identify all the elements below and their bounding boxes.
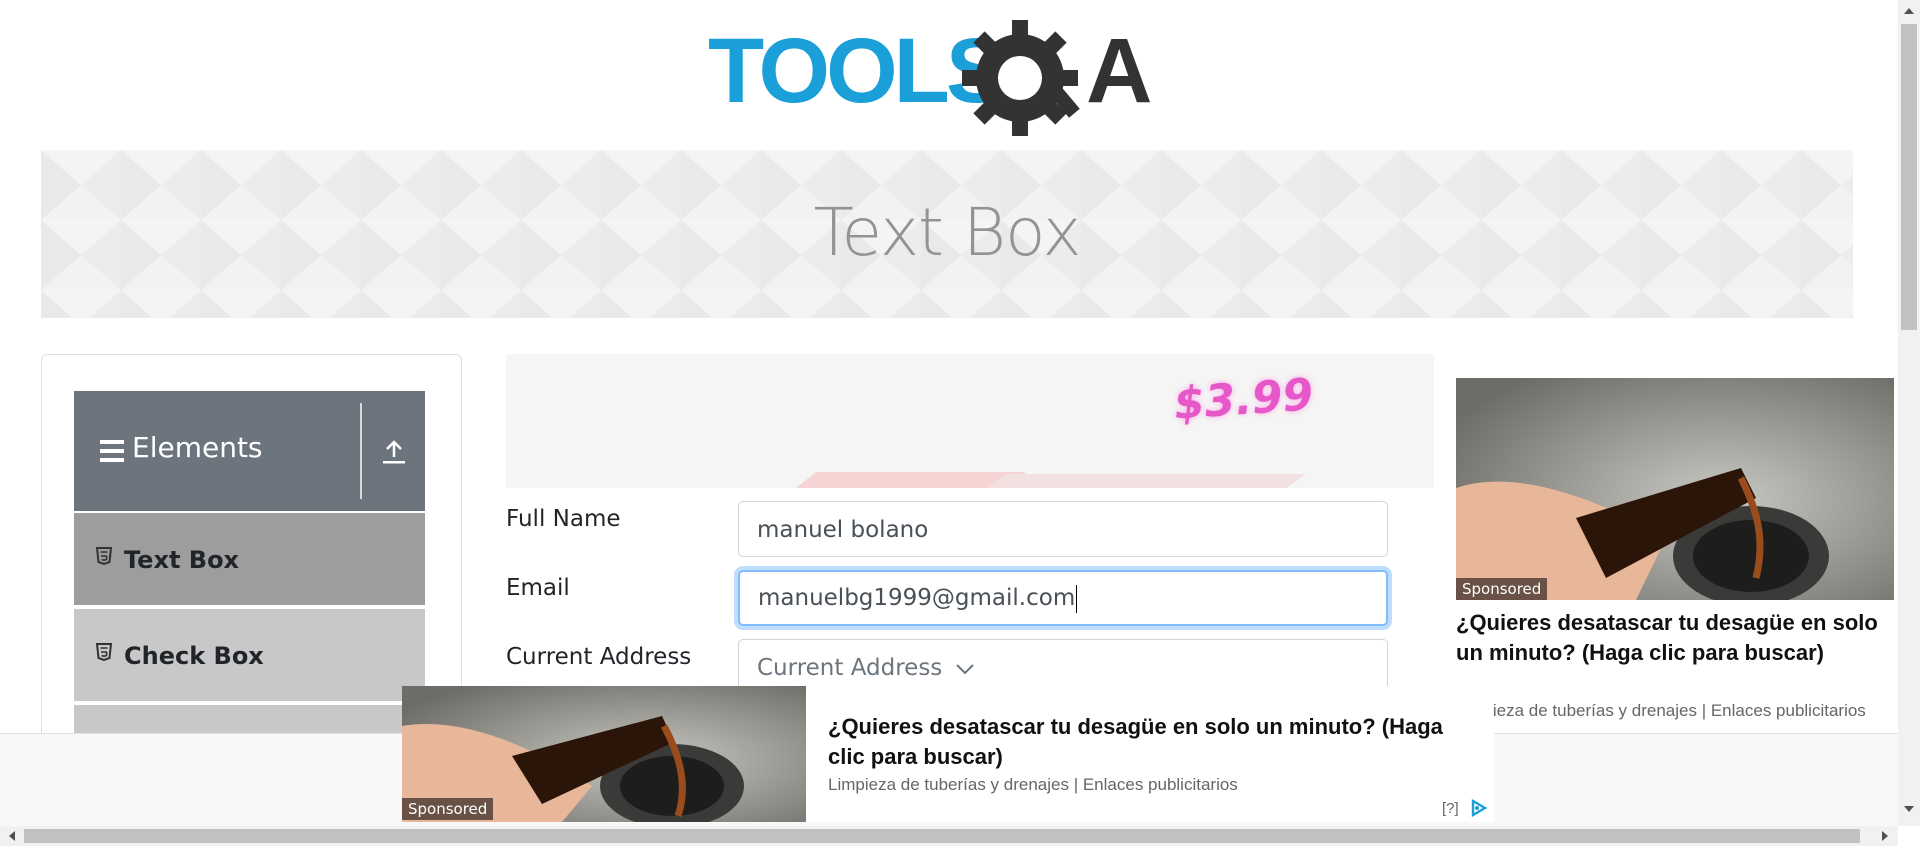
sidebar-item-text-box[interactable]: Text Box — [74, 513, 425, 605]
scroll-left-arrow-icon[interactable] — [7, 830, 17, 842]
scroll-right-arrow-icon[interactable] — [1880, 830, 1890, 842]
sidebar-group-label: Elements — [132, 431, 263, 464]
header-divider — [360, 403, 362, 499]
sidebar-item-check-box[interactable]: Check Box — [74, 609, 425, 701]
chevron-down-icon — [955, 663, 974, 674]
full-name-input[interactable]: manuel bolano — [738, 501, 1388, 557]
ad-source[interactable]: Limpieza de tuberías y drenajes | Enlace… — [1456, 701, 1896, 721]
upload-icon[interactable] — [382, 439, 406, 465]
gear-icon — [962, 20, 1080, 136]
top-advertisement[interactable]: $3.99 — [506, 354, 1434, 488]
current-address-placeholder: Current Address — [757, 655, 943, 681]
right-advertisement[interactable]: Sponsored ¿Quieres desatascar tu desagüe… — [1434, 354, 1896, 740]
vertical-scroll-thumb[interactable] — [1901, 24, 1917, 330]
page-banner: Text Box — [41, 150, 1853, 318]
sidebar-group-elements[interactable]: Elements — [74, 391, 425, 511]
email-value: manuelbg1999@gmail.com — [758, 585, 1076, 611]
email-input[interactable]: manuelbg1999@gmail.com — [738, 570, 1388, 626]
scroll-down-arrow-icon[interactable] — [1903, 804, 1915, 814]
logo-text-a: A — [1086, 20, 1152, 122]
scroll-up-arrow-icon[interactable] — [1903, 6, 1915, 16]
ad-headline[interactable]: ¿Quieres desatascar tu desagüe en solo u… — [828, 712, 1448, 772]
sponsored-badge: Sponsored — [402, 798, 494, 820]
horizontal-scroll-thumb[interactable] — [24, 829, 1860, 843]
ad-info-link[interactable]: [?] — [1442, 800, 1459, 817]
ad-image[interactable]: Sponsored — [1456, 378, 1894, 600]
logo-text-tools: TOOLS — [708, 20, 1004, 122]
ad-image[interactable]: Sponsored — [402, 686, 806, 822]
current-address-label: Current Address — [506, 644, 692, 670]
ad-source[interactable]: Limpieza de tuberías y drenajes | Enlace… — [828, 775, 1238, 795]
bottom-advertisement[interactable]: Sponsored ¿Quieres desatascar tu desagüe… — [402, 686, 1494, 822]
adchoices-icon[interactable] — [1470, 799, 1488, 817]
toolsqa-logo[interactable]: TOOLS A — [708, 20, 1192, 138]
sidebar-item-label: Check Box — [124, 642, 264, 670]
ad-headline[interactable]: ¿Quieres desatascar tu desagüe en solo u… — [1456, 608, 1886, 668]
sponsored-badge: Sponsored — [1456, 578, 1548, 600]
html5-icon — [96, 547, 112, 565]
hamburger-icon — [100, 440, 124, 462]
email-label: Email — [506, 575, 570, 601]
page-title: Text Box — [813, 194, 1081, 271]
sink-photo — [1456, 378, 1894, 600]
html5-icon — [96, 643, 112, 661]
full-name-label: Full Name — [506, 506, 621, 532]
ad-graphic — [796, 472, 1306, 488]
full-name-value: manuel bolano — [757, 517, 929, 543]
sidebar-item-label: Text Box — [124, 546, 240, 574]
text-cursor — [1076, 584, 1078, 613]
